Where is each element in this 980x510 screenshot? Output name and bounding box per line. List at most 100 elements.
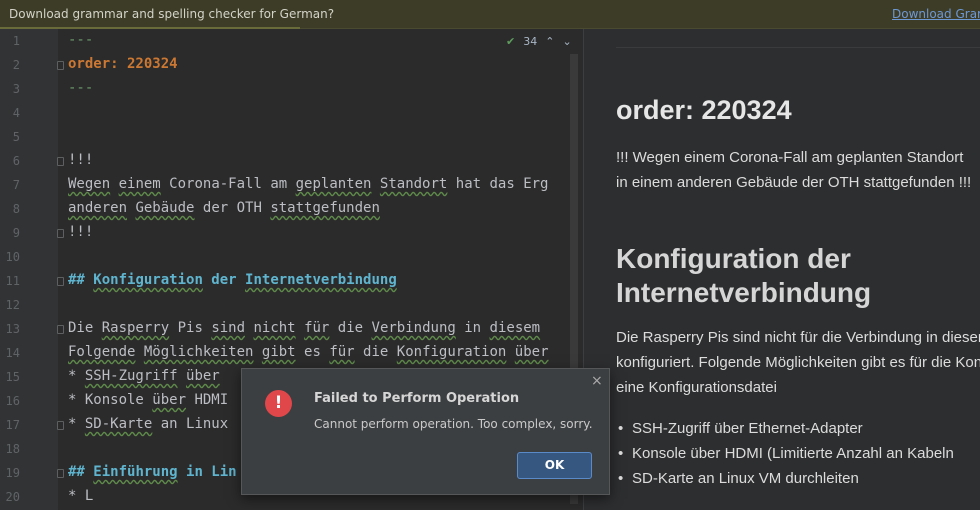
- line-number: 2: [12, 58, 20, 72]
- word: Standort: [379, 176, 448, 192]
- preview-heading: Konfiguration der: [616, 243, 851, 274]
- text: der: [202, 272, 246, 288]
- dialog-title: Failed to Perform Operation: [314, 391, 520, 406]
- code-line: !!!: [68, 152, 94, 168]
- code-line: Folgende Möglichkeiten gibt es für die K…: [68, 344, 549, 360]
- error-icon: !: [265, 390, 292, 417]
- text: * Konsole: [68, 392, 153, 408]
- text: der OTH: [194, 200, 271, 216]
- line-number: 15: [5, 370, 20, 384]
- inspection-count: 34: [523, 35, 538, 48]
- text: Die: [68, 320, 102, 336]
- code-line: ---: [68, 32, 94, 48]
- line-number: 17: [5, 418, 20, 432]
- chevron-down-icon[interactable]: ⌄: [562, 35, 571, 48]
- code-line: Die Rasperry Pis sind nicht für die Verb…: [68, 320, 540, 336]
- text: es: [295, 344, 330, 360]
- text: in: [455, 320, 490, 336]
- word: Verbindung: [371, 320, 456, 336]
- word: über: [514, 344, 549, 360]
- fold-marker[interactable]: [57, 325, 64, 334]
- line-number: 11: [5, 274, 20, 288]
- heading-marker: ##: [68, 272, 94, 288]
- fold-marker[interactable]: [57, 157, 64, 166]
- word: Internetverbindung: [245, 272, 397, 288]
- inspection-widget[interactable]: ✔ 34 ⌃ ⌄: [506, 35, 572, 48]
- word: stattgefunden: [270, 200, 380, 216]
- word: gibt: [261, 344, 296, 360]
- text: HDMI: [186, 392, 229, 408]
- word: über: [152, 392, 187, 408]
- line-number: 9: [12, 226, 20, 240]
- yaml-key: order:: [68, 56, 119, 72]
- fold-marker[interactable]: [57, 229, 64, 238]
- word: Möglichkeiten: [143, 344, 254, 360]
- preview-rule: [616, 47, 980, 48]
- text: [296, 320, 304, 336]
- line-number: 20: [5, 490, 20, 504]
- preview-list-item: Konsole über HDMI (Limitierte Anzahl an …: [618, 445, 954, 462]
- code-line: !!!: [68, 224, 94, 240]
- code-line: ## Einführung in Lin: [68, 464, 237, 480]
- word: anderen: [68, 200, 128, 216]
- line-number: 8: [12, 202, 20, 216]
- text: an Linux: [152, 416, 229, 432]
- line-number: 18: [5, 442, 20, 456]
- line-number: 16: [5, 394, 20, 408]
- word: geplanten: [295, 176, 372, 192]
- check-icon: ✔: [506, 35, 516, 48]
- banner-message: Download grammar and spelling checker fo…: [9, 7, 335, 21]
- text: Pis: [169, 320, 212, 336]
- line-number: 5: [12, 130, 20, 144]
- word: Konfiguration: [93, 272, 203, 288]
- line-number: 1: [12, 34, 20, 48]
- fold-marker[interactable]: [57, 61, 64, 70]
- line-number: 4: [12, 106, 20, 120]
- code-line: * SD-Karte an Linux: [68, 416, 228, 432]
- word: nicht: [253, 320, 296, 336]
- text: die: [329, 320, 372, 336]
- text: in Lin: [177, 464, 237, 480]
- close-icon[interactable]: ×: [591, 373, 603, 389]
- fold-marker[interactable]: [57, 421, 64, 430]
- word: für: [304, 320, 330, 336]
- preview-heading: order: 220324: [616, 95, 792, 125]
- code-line: anderen Gebäude der OTH stattgefunden: [68, 200, 380, 216]
- word: diesem: [489, 320, 541, 336]
- preview-paragraph: in einem anderen Gebäude der OTH stattge…: [616, 174, 972, 191]
- word: Rasperry: [101, 320, 170, 336]
- word: sind: [211, 320, 246, 336]
- fold-marker[interactable]: [57, 469, 64, 478]
- preview-paragraph: konfiguriert. Folgende Möglichkeiten gib…: [616, 354, 980, 371]
- text: Corona-Fall am: [160, 176, 296, 192]
- text: die: [354, 344, 397, 360]
- line-number: 6: [12, 154, 20, 168]
- word: einem: [118, 176, 161, 192]
- yaml-value: 220324: [118, 56, 178, 72]
- preview-list-item: SD-Karte an Linux VM durchleiten: [618, 470, 859, 487]
- text: [135, 344, 143, 360]
- line-gutter: 1 2 3 4 5 6 7 8 9 10 11 12 13 14 15 16 1…: [0, 29, 58, 510]
- text: hat das Erg: [447, 176, 549, 192]
- fold-marker[interactable]: [57, 277, 64, 286]
- line-number: 13: [5, 322, 20, 336]
- line-number: 7: [12, 178, 20, 192]
- word: Gebäude: [135, 200, 195, 216]
- word: über: [186, 368, 220, 384]
- preview-heading: Internetverbindung: [616, 277, 872, 308]
- code-line: * L: [68, 488, 94, 504]
- preview-paragraph: !!! Wegen einem Corona-Fall am geplanten…: [616, 149, 964, 166]
- line-number: 12: [5, 298, 20, 312]
- text: *: [68, 368, 85, 384]
- markdown-preview: order: 220324 !!! Wegen einem Corona-Fal…: [583, 29, 980, 510]
- dialog-message: Cannot perform operation. Too complex, s…: [314, 417, 593, 431]
- code-line: ---: [68, 80, 94, 96]
- code-line: ## Konfiguration der Internetverbindung: [68, 272, 397, 288]
- line-number: 19: [5, 466, 20, 480]
- preview-paragraph: Die Rasperry Pis sind nicht für die Verb…: [616, 329, 980, 346]
- chevron-up-icon[interactable]: ⌃: [545, 35, 554, 48]
- download-grammar-link[interactable]: Download Gramm: [892, 7, 980, 21]
- line-number: 14: [5, 346, 20, 360]
- ok-button[interactable]: OK: [517, 452, 592, 479]
- text: [178, 368, 186, 384]
